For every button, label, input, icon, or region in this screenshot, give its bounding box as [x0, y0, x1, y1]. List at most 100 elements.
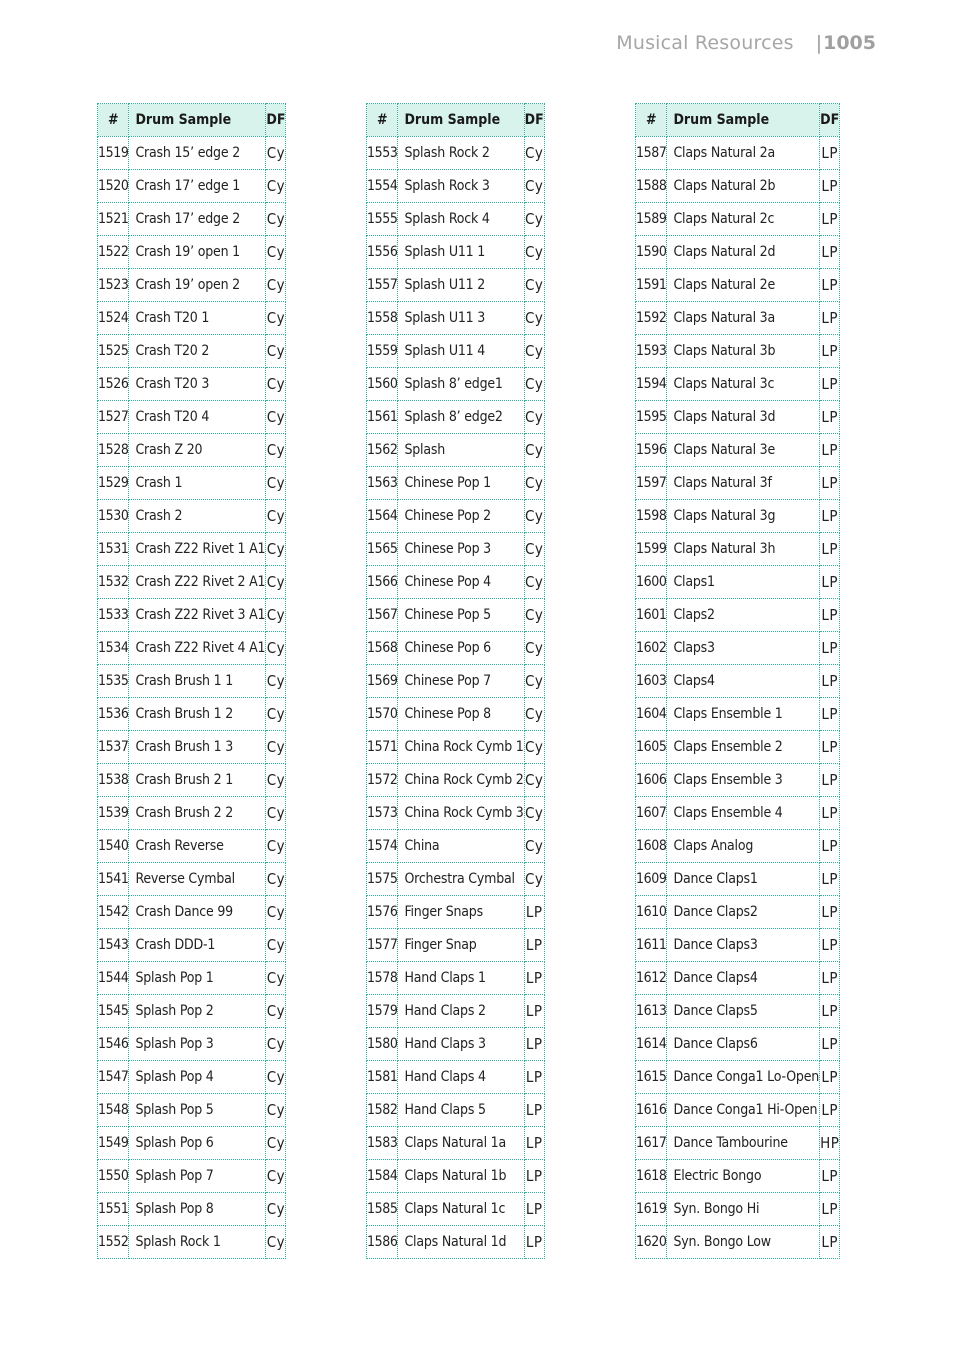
sample-number: 1591	[634, 268, 668, 302]
table-header-row: # Drum Sample DF	[634, 103, 841, 137]
table-row: 1584 Claps Natural 1b LP	[365, 1159, 545, 1193]
sample-number: 1553	[365, 136, 399, 170]
sample-number: 1616	[634, 1093, 668, 1127]
sample-name: Crash T20 4	[128, 400, 267, 434]
sample-df: LP	[523, 1192, 545, 1226]
sample-number: 1542	[96, 895, 130, 929]
sample-name: Splash	[397, 433, 525, 467]
sample-df: LP	[523, 1060, 545, 1094]
sample-name: Dance Claps3	[666, 928, 821, 962]
table-row: 1590 Claps Natural 2d LP	[634, 235, 841, 269]
table-row: 1540 Crash Reverse Cy	[96, 829, 287, 863]
sample-df: LP	[819, 994, 841, 1028]
table-row: 1612 Dance Claps4 LP	[634, 961, 841, 995]
sample-name: China Rock Cymb 1	[397, 730, 525, 764]
table-row: 1531 Crash Z22 Rivet 1 A1 Cy	[96, 532, 287, 566]
sample-df: Cy	[265, 763, 287, 797]
sample-name: Claps Natural 3b	[666, 334, 821, 368]
sample-number: 1540	[96, 829, 130, 863]
sample-df: LP	[819, 631, 841, 665]
sample-name: Claps4	[666, 664, 821, 698]
sample-name: Crash 2	[128, 499, 267, 533]
sample-df: Cy	[265, 598, 287, 632]
table-row: 1615 Dance Conga1 Lo-Open LP	[634, 1060, 841, 1094]
sample-name: Dance Claps2	[666, 895, 821, 929]
sample-name: Crash Brush 1 1	[128, 664, 267, 698]
table-row: 1563 Chinese Pop 1 Cy	[365, 466, 545, 500]
sample-name: Crash Z 20	[128, 433, 267, 467]
sample-df: Cy	[265, 169, 287, 203]
sample-name: Crash Z22 Rivet 4 A1	[128, 631, 267, 665]
sample-number: 1572	[365, 763, 399, 797]
sample-name: Crash 19’ open 1	[128, 235, 267, 269]
sample-number: 1564	[365, 499, 399, 533]
table-row: 1617 Dance Tambourine HP	[634, 1126, 841, 1160]
table-row: 1553 Splash Rock 2 Cy	[365, 136, 545, 170]
sample-number: 1527	[96, 400, 130, 434]
table-row: 1539 Crash Brush 2 2 Cy	[96, 796, 287, 830]
sample-name: Splash Pop 4	[128, 1060, 267, 1094]
table-row: 1567 Chinese Pop 5 Cy	[365, 598, 545, 632]
sample-number: 1526	[96, 367, 130, 401]
sample-df: Cy	[523, 829, 545, 863]
sample-name: Chinese Pop 3	[397, 532, 525, 566]
table-row: 1593 Claps Natural 3b LP	[634, 334, 841, 368]
table-row: 1588 Claps Natural 2b LP	[634, 169, 841, 203]
sample-name: Claps Natural 2a	[666, 136, 821, 170]
sample-df: LP	[819, 1060, 841, 1094]
table-row: 1564 Chinese Pop 2 Cy	[365, 499, 545, 533]
sample-number: 1556	[365, 235, 399, 269]
sample-df: Cy	[523, 400, 545, 434]
sample-name: Crash 17’ edge 2	[128, 202, 267, 236]
sample-name: Splash 8’ edge1	[397, 367, 525, 401]
sample-number: 1575	[365, 862, 399, 896]
sample-df: Cy	[265, 1225, 287, 1259]
sample-name: Claps Natural 1d	[397, 1225, 525, 1259]
sample-name: Crash Z22 Rivet 2 A1	[128, 565, 267, 599]
table-row: 1614 Dance Claps6 LP	[634, 1027, 841, 1061]
sample-name: Splash Pop 8	[128, 1192, 267, 1226]
sample-name: Crash Brush 1 3	[128, 730, 267, 764]
sample-df: Cy	[265, 136, 287, 170]
table-row: 1610 Dance Claps2 LP	[634, 895, 841, 929]
table-row: 1575 Orchestra Cymbal Cy	[365, 862, 545, 896]
sample-number: 1569	[365, 664, 399, 698]
table-row: 1589 Claps Natural 2c LP	[634, 202, 841, 236]
table-row: 1519 Crash 15’ edge 2 Cy	[96, 136, 287, 170]
sample-name: Claps Natural 2e	[666, 268, 821, 302]
table-row: 1548 Splash Pop 5 Cy	[96, 1093, 287, 1127]
table-row: 1573 China Rock Cymb 3 Cy	[365, 796, 545, 830]
sample-name: Claps Natural 2c	[666, 202, 821, 236]
sample-name: Claps Natural 3a	[666, 301, 821, 335]
sample-name: Crash T20 2	[128, 334, 267, 368]
sample-number: 1541	[96, 862, 130, 896]
sample-df: Cy	[523, 598, 545, 632]
sample-df: Cy	[265, 1060, 287, 1094]
sample-name: Claps2	[666, 598, 821, 632]
table-row: 1559 Splash U11 4 Cy	[365, 334, 545, 368]
sample-number: 1577	[365, 928, 399, 962]
table-row: 1561 Splash 8’ edge2 Cy	[365, 400, 545, 434]
sample-df: LP	[819, 1225, 841, 1259]
sample-number: 1583	[365, 1126, 399, 1160]
sample-name: Splash U11 2	[397, 268, 525, 302]
sample-name: Hand Claps 2	[397, 994, 525, 1028]
table-row: 1565 Chinese Pop 3 Cy	[365, 532, 545, 566]
sample-df: Cy	[265, 400, 287, 434]
drum-sample-table-1: # Drum Sample DF 1519 Crash 15’ edge 2 Cy 1…	[96, 103, 287, 1259]
table-row: 1546 Splash Pop 3 Cy	[96, 1027, 287, 1061]
sample-df: Cy	[523, 367, 545, 401]
sample-number: 1548	[96, 1093, 130, 1127]
sample-name: Dance Conga1 Hi-Open	[666, 1093, 821, 1127]
sample-name: Splash Pop 5	[128, 1093, 267, 1127]
sample-number: 1619	[634, 1192, 668, 1226]
sample-number: 1610	[634, 895, 668, 929]
sample-number: 1543	[96, 928, 130, 962]
sample-number: 1602	[634, 631, 668, 665]
table-row: 1599 Claps Natural 3h LP	[634, 532, 841, 566]
sample-number: 1601	[634, 598, 668, 632]
table-row: 1562 Splash Cy	[365, 433, 545, 467]
sample-number: 1589	[634, 202, 668, 236]
table-row: 1530 Crash 2 Cy	[96, 499, 287, 533]
sample-name: Crash Reverse	[128, 829, 267, 863]
